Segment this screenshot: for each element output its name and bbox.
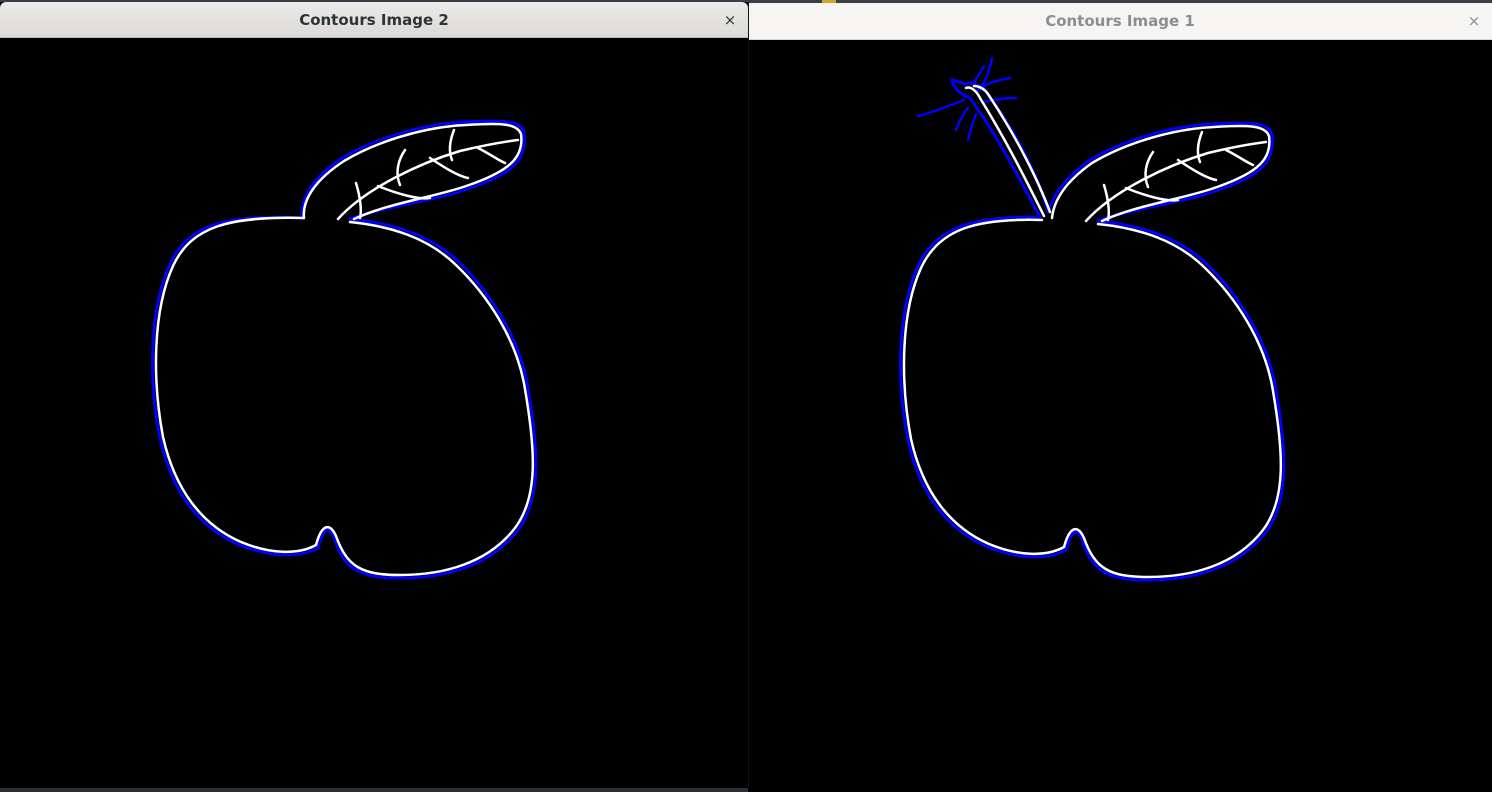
contour-image bbox=[151, 119, 538, 580]
stem-hair-contours bbox=[916, 56, 1018, 142]
window-title: Contours Image 2 bbox=[299, 10, 449, 29]
apple-outer-contour bbox=[151, 119, 538, 580]
apple-drawing bbox=[154, 122, 535, 577]
image-canvas bbox=[748, 40, 1492, 792]
contour-image bbox=[899, 56, 1286, 582]
window-titlebar[interactable]: Contours Image 2 × bbox=[0, 2, 748, 38]
window-contours-image-1[interactable]: Contours Image 1 × bbox=[748, 3, 1492, 792]
close-icon[interactable]: × bbox=[720, 10, 740, 30]
close-icon[interactable]: × bbox=[1464, 11, 1484, 31]
apple-outer-contour bbox=[899, 78, 1286, 582]
window-contours-image-2[interactable]: Contours Image 2 × bbox=[0, 2, 748, 788]
window-title: Contours Image 1 bbox=[1045, 12, 1195, 30]
window-titlebar[interactable]: Contours Image 1 × bbox=[748, 3, 1492, 40]
image-canvas bbox=[0, 38, 748, 788]
